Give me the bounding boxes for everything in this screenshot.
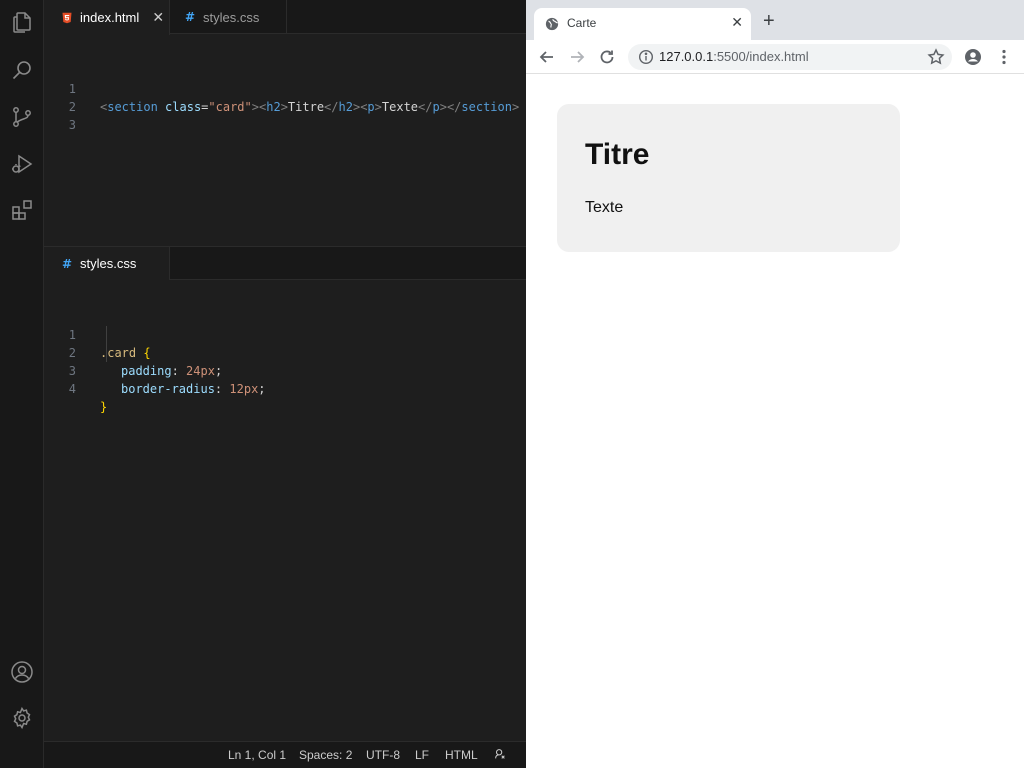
feedback-icon[interactable] (493, 747, 507, 761)
html-code-pane[interactable]: 1 <section class="card"><h2>Titre</h2><p… (44, 62, 526, 242)
globe-icon (545, 17, 559, 31)
status-bar: Ln 1, Col 1 Spaces: 2 UTF-8 LF HTML (44, 741, 526, 768)
browser-tab[interactable]: Carte ✕ (534, 8, 751, 40)
code-line: 2 padding: 24px; (44, 326, 526, 378)
card-paragraph: Texte (585, 199, 624, 216)
css-hash-icon: # (61, 256, 73, 271)
url-text: 127.0.0.1:5500/index.html (659, 49, 809, 64)
info-icon[interactable] (638, 49, 654, 65)
code-line: 1 <section class="card"><h2>Titre</h2><p… (44, 62, 526, 114)
code-line: 3 (44, 98, 526, 132)
code-text: border-radius: 12px; (121, 382, 266, 396)
code-line: 1 .card { (44, 308, 526, 360)
close-icon[interactable]: ✕ (151, 9, 165, 26)
bookmark-star-icon[interactable] (926, 47, 946, 67)
code-line: 3 border-radius: 12px; (44, 344, 526, 396)
address-bar[interactable]: 127.0.0.1:5500/index.html (628, 44, 952, 70)
reload-icon[interactable] (597, 47, 617, 67)
extensions-icon[interactable] (10, 198, 34, 222)
files-icon[interactable] (10, 10, 34, 34)
gear-icon[interactable] (10, 706, 34, 730)
close-icon[interactable]: ✕ (731, 14, 743, 31)
tab-label: styles.css (80, 256, 137, 271)
line-number: 4 (68, 382, 76, 396)
html5-icon (60, 11, 74, 25)
css-hash-icon: # (184, 10, 196, 24)
status-language[interactable]: HTML (445, 748, 478, 762)
editor-tabbar-bottom: # styles.css (44, 247, 526, 280)
source-control-icon[interactable] (10, 105, 34, 129)
browser-toolbar: 127.0.0.1:5500/index.html (526, 40, 1024, 74)
more-menu-icon[interactable] (994, 47, 1014, 67)
card-section: Titre Texte (557, 104, 900, 252)
tab-styles-css-bottom[interactable]: # styles.css (44, 247, 170, 280)
profile-icon[interactable] (963, 47, 983, 67)
forward-arrow-icon[interactable] (567, 47, 587, 67)
css-code-pane[interactable]: 1 .card { 2 padding: 24px; 3 border-radi… (44, 308, 526, 728)
browser-tabstrip: Carte ✕ + (526, 0, 1024, 40)
card-heading: Titre (585, 138, 650, 171)
account-icon[interactable] (10, 660, 34, 684)
editor-area: index.html ✕ # styles.css 1 <section cla… (44, 0, 526, 741)
browser-tab-title: Carte (567, 16, 597, 30)
tab-label: styles.css (203, 9, 260, 25)
editor-tabbar-top: index.html ✕ # styles.css (44, 0, 526, 35)
status-cursor-position[interactable]: Ln 1, Col 1 (228, 748, 286, 762)
code-line: 4 } (44, 362, 526, 414)
tab-label: index.html (80, 10, 140, 25)
activity-bar (0, 0, 44, 768)
code-line: 2 (44, 80, 526, 114)
tab-styles-css[interactable]: # styles.css (170, 0, 287, 34)
back-arrow-icon[interactable] (537, 47, 557, 67)
browser-viewport: Titre Texte (526, 75, 1024, 768)
browser-window: Carte ✕ + 127.0.0.1:5500/index.html Titr… (526, 0, 1024, 768)
new-tab-button[interactable]: + (763, 11, 775, 31)
status-eol[interactable]: LF (415, 748, 429, 762)
run-debug-icon[interactable] (10, 152, 34, 176)
status-indentation[interactable]: Spaces: 2 (299, 748, 352, 762)
tab-index-html[interactable]: index.html ✕ (44, 0, 170, 35)
code-text: } (100, 400, 108, 414)
line-number: 3 (68, 118, 76, 132)
search-icon[interactable] (10, 58, 34, 82)
status-encoding[interactable]: UTF-8 (366, 748, 400, 762)
